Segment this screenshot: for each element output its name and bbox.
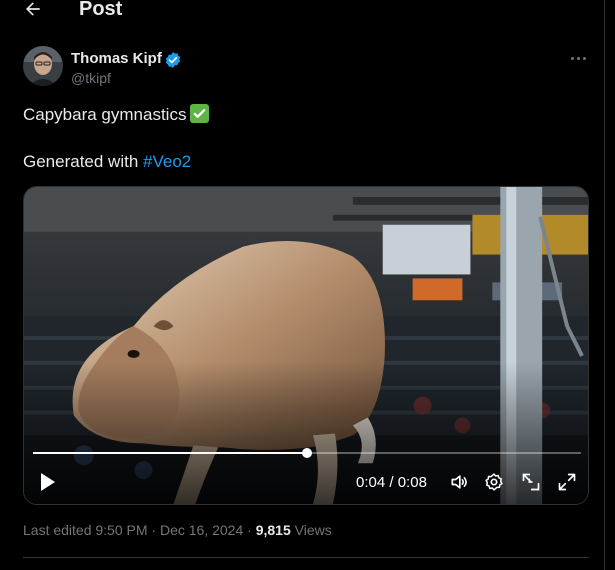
volume-icon [451,475,467,489]
arrow-left-icon [26,2,40,16]
video-progress-handle[interactable] [302,448,312,458]
views-label: Views [290,522,332,538]
current-time: 0:04 [356,474,386,491]
duration: 0:08 [397,474,427,491]
avatar[interactable] [23,46,63,86]
play-button[interactable] [38,471,58,493]
tweet-text-prefix: Generated with [23,152,144,171]
tweet-text-line-1: Capybara gymnastics [23,104,210,125]
fullscreen-icon [558,473,576,491]
divider [23,557,589,558]
views-count[interactable]: 9,815 [256,522,291,538]
volume-button[interactable] [449,472,469,492]
play-icon [41,473,55,491]
more-dot-icon [571,57,574,60]
video-player[interactable]: 0:04 / 0:08 [23,186,589,505]
more-options-button[interactable] [566,48,592,68]
check-mark-emoji-icon [190,104,210,123]
settings-button[interactable] [484,472,504,492]
tweet-text-line-2: Generated with #Veo2 [23,152,191,172]
post-meta: Last edited 9:50 PM · Dec 16, 2024 · 9,8… [23,522,332,538]
tweet-text: Capybara gymnastics [23,105,187,124]
verified-badge-icon [165,52,181,68]
video-progress-fill [33,452,307,454]
post-header: Post [0,0,604,24]
settings-icon [485,473,503,491]
back-button[interactable] [18,0,48,24]
author-name[interactable]: Thomas Kipf [71,50,162,67]
more-dot-icon [577,57,580,60]
page-title: Post [79,0,123,20]
time-separator: / [385,474,398,491]
edited-timestamp[interactable]: Last edited 9:50 PM · Dec 16, 2024 · [23,522,256,538]
column-divider [604,0,605,570]
author-handle[interactable]: @tkipf [71,70,111,86]
more-dot-icon [583,57,586,60]
video-progress-bar[interactable] [33,448,581,458]
picture-in-picture-button[interactable] [521,472,541,492]
fullscreen-button[interactable] [557,472,577,492]
hashtag-link[interactable]: #Veo2 [143,152,191,171]
video-time-readout: 0:04 / 0:08 [356,474,427,491]
pip-icon [522,473,540,491]
